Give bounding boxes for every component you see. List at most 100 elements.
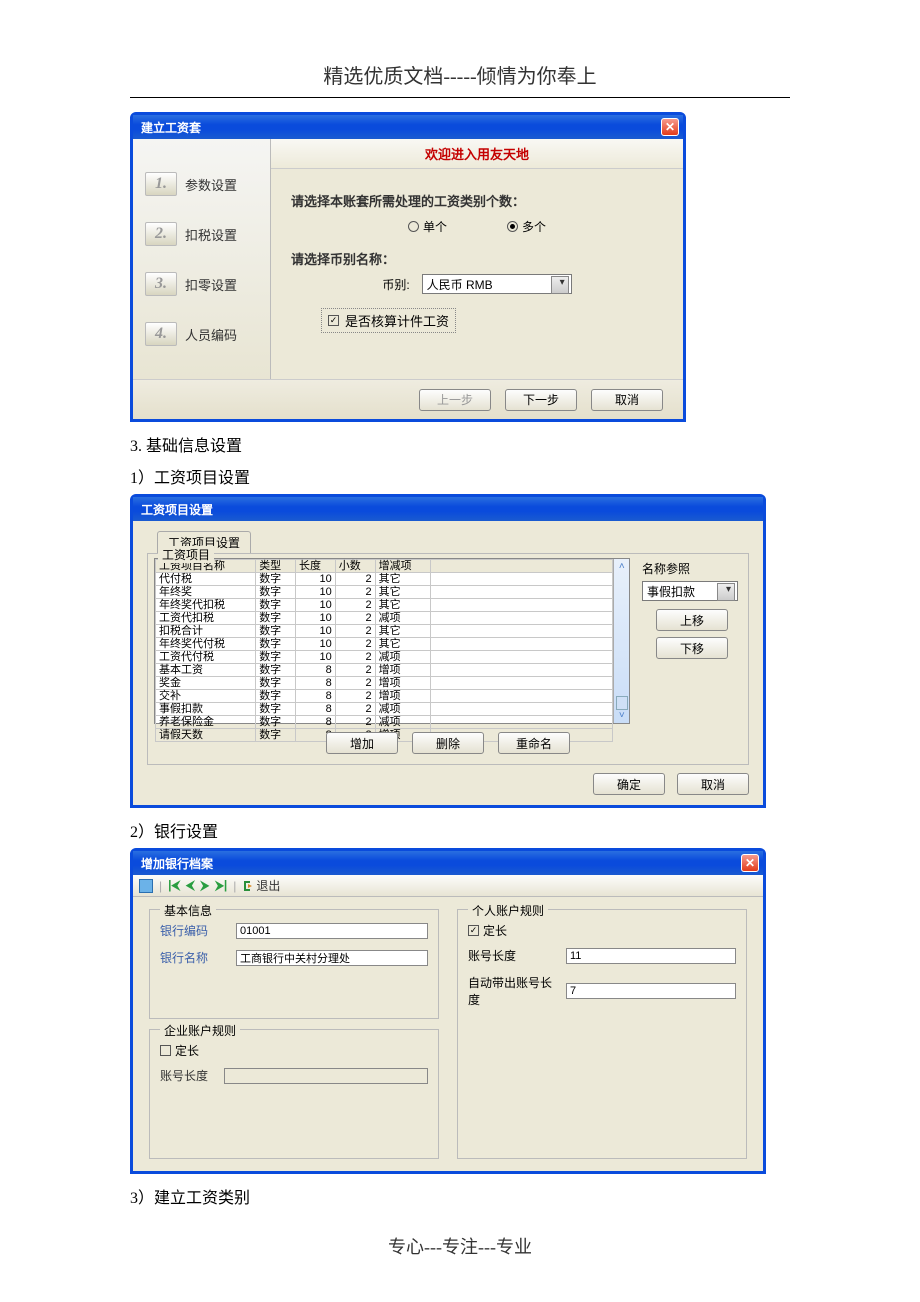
table-row[interactable]: 年终奖数字102其它 bbox=[156, 586, 613, 599]
table-row[interactable]: 基本工资数字82增项 bbox=[156, 664, 613, 677]
prev-icon[interactable]: ⮜ bbox=[186, 878, 195, 893]
scroll-thumb[interactable] bbox=[616, 696, 628, 710]
step-3[interactable]: 3.扣零设置 bbox=[133, 259, 270, 309]
table-row[interactable]: 扣税合计数字102其它 bbox=[156, 625, 613, 638]
table-row[interactable]: 代付税数字102其它 bbox=[156, 573, 613, 586]
table-row[interactable]: 交补数字82增项 bbox=[156, 690, 613, 703]
section-3-2: 2）银行设置 bbox=[130, 818, 790, 842]
wizard-window: 建立工资套 ✕ 1.参数设置 2.扣税设置 3.扣零设置 4.人员编码 欢迎进入… bbox=[130, 112, 686, 422]
close-icon[interactable]: ✕ bbox=[661, 118, 679, 136]
bank-name-input[interactable] bbox=[236, 950, 428, 966]
delete-button[interactable]: 删除 bbox=[412, 732, 484, 754]
bank-name-label: 银行名称 bbox=[160, 949, 228, 966]
title-text: 增加银行档案 bbox=[141, 855, 213, 872]
group-title: 工资项目 bbox=[158, 546, 214, 563]
doc-footer: 专心---专注---专业 bbox=[130, 1233, 790, 1259]
step-chip-icon: 3. bbox=[145, 272, 177, 296]
radio-icon bbox=[507, 221, 518, 232]
bank-code-label: 银行编码 bbox=[160, 922, 228, 939]
scrollbar[interactable]: ˄ ˅ bbox=[613, 559, 629, 723]
personal-rules-group: 个人账户规则 ✓ 定长 账号长度 自动带出账号长度 bbox=[457, 909, 747, 1159]
auto-len-input[interactable] bbox=[566, 983, 736, 999]
step-chip-icon: 4. bbox=[145, 322, 177, 346]
welcome-bar: 欢迎进入用友天地 bbox=[271, 139, 683, 169]
ok-button[interactable]: 确定 bbox=[593, 773, 665, 795]
table-row[interactable]: 年终奖代付税数字102其它 bbox=[156, 638, 613, 651]
ref-label: 名称参照 bbox=[642, 560, 742, 577]
corp-len-label: 账号长度 bbox=[160, 1067, 216, 1084]
ref-dropdown[interactable]: 事假扣款 bbox=[642, 581, 738, 601]
exit-icon bbox=[242, 880, 254, 892]
title-text: 建立工资套 bbox=[141, 119, 201, 136]
move-down-button[interactable]: 下移 bbox=[656, 637, 728, 659]
currency-dropdown[interactable]: 人民币 RMB bbox=[422, 274, 572, 294]
basic-info-group: 基本信息 银行编码 银行名称 bbox=[149, 909, 439, 1019]
next-icon[interactable]: ⮞ bbox=[201, 878, 210, 893]
checkbox-icon bbox=[160, 1045, 171, 1056]
col-header: 长度 bbox=[295, 560, 335, 573]
titlebar[interactable]: 建立工资套 ✕ bbox=[133, 115, 683, 139]
prev-button[interactable]: 上一步 bbox=[419, 389, 491, 411]
radio-multi[interactable]: 多个 bbox=[507, 218, 546, 235]
title-text: 工资项目设置 bbox=[141, 501, 213, 518]
items-table: 工资项目名称类型长度小数增减项 代付税数字102其它年终奖数字102其它年终奖代… bbox=[154, 558, 630, 724]
col-header: 增减项 bbox=[375, 560, 430, 573]
section-3-1: 1）工资项目设置 bbox=[130, 464, 790, 488]
titlebar[interactable]: 增加银行档案 ✕ bbox=[133, 851, 763, 875]
toolbar: | |⮜ ⮜ ⮞ ⮞| | 退出 bbox=[133, 875, 763, 897]
step-chip-icon: 2. bbox=[145, 222, 177, 246]
save-icon[interactable] bbox=[139, 879, 153, 893]
last-icon[interactable]: ⮞| bbox=[215, 878, 227, 893]
hr-line bbox=[130, 97, 790, 98]
step-chip-icon: 1. bbox=[145, 172, 177, 196]
bank-window: 增加银行档案 ✕ | |⮜ ⮜ ⮞ ⮞| | 退出 基本信息 银行编码 bbox=[130, 848, 766, 1174]
exit-button[interactable]: 退出 bbox=[242, 877, 280, 894]
titlebar[interactable]: 工资项目设置 bbox=[133, 497, 763, 521]
piecework-checkbox[interactable]: ✓ 是否核算计件工资 bbox=[321, 308, 456, 333]
step-4[interactable]: 4.人员编码 bbox=[133, 309, 270, 359]
auto-len-label: 自动带出账号长度 bbox=[468, 974, 558, 1008]
table-row[interactable]: 工资代扣税数字102减项 bbox=[156, 612, 613, 625]
close-icon[interactable]: ✕ bbox=[741, 854, 759, 872]
personal-fixed-checkbox[interactable]: ✓ 定长 bbox=[468, 922, 736, 939]
table-row[interactable]: 年终奖代扣税数字102其它 bbox=[156, 599, 613, 612]
doc-header: 精选优质文档-----倾情为你奉上 bbox=[130, 60, 790, 89]
cancel-button[interactable]: 取消 bbox=[677, 773, 749, 795]
step-1[interactable]: 1.参数设置 bbox=[133, 159, 270, 209]
group-title: 个人账户规则 bbox=[468, 902, 548, 919]
table-row[interactable]: 事假扣款数字82减项 bbox=[156, 703, 613, 716]
corp-len-input[interactable] bbox=[224, 1068, 428, 1084]
q2-label: 请选择币别名称： bbox=[291, 249, 663, 268]
col-header: 小数 bbox=[335, 560, 375, 573]
rename-button[interactable]: 重命名 bbox=[498, 732, 570, 754]
corp-rules-group: 企业账户规则 定长 账号长度 bbox=[149, 1029, 439, 1159]
personal-len-input[interactable] bbox=[566, 948, 736, 964]
move-up-button[interactable]: 上移 bbox=[656, 609, 728, 631]
scroll-down-icon[interactable]: ˅ bbox=[619, 710, 625, 721]
wizard-steps: 1.参数设置 2.扣税设置 3.扣零设置 4.人员编码 bbox=[133, 139, 271, 379]
currency-label: 币别: bbox=[382, 276, 409, 293]
table-row[interactable]: 养老保险金数字82减项 bbox=[156, 716, 613, 729]
checkbox-icon: ✓ bbox=[328, 315, 339, 326]
bank-code-input[interactable] bbox=[236, 923, 428, 939]
radio-icon bbox=[408, 221, 419, 232]
salary-items-window: 工资项目设置 工资项目设置 工资项目 工资项目名称类型长度小数增减项 代付税数字… bbox=[130, 494, 766, 808]
radio-single[interactable]: 单个 bbox=[408, 218, 447, 235]
cancel-button[interactable]: 取消 bbox=[591, 389, 663, 411]
personal-len-label: 账号长度 bbox=[468, 947, 558, 964]
q1-label: 请选择本账套所需处理的工资类别个数： bbox=[291, 191, 663, 210]
group-title: 企业账户规则 bbox=[160, 1022, 240, 1039]
table-row[interactable]: 奖金数字82增项 bbox=[156, 677, 613, 690]
group-title: 基本信息 bbox=[160, 902, 216, 919]
step-2[interactable]: 2.扣税设置 bbox=[133, 209, 270, 259]
checkbox-icon: ✓ bbox=[468, 925, 479, 936]
section-3: 3. 基础信息设置 bbox=[130, 432, 790, 456]
col-header: 类型 bbox=[256, 560, 296, 573]
corp-fixed-checkbox[interactable]: 定长 bbox=[160, 1042, 428, 1059]
table-row[interactable]: 工资代付税数字102减项 bbox=[156, 651, 613, 664]
section-3-3: 3）建立工资类别 bbox=[130, 1184, 790, 1208]
first-icon[interactable]: |⮜ bbox=[168, 878, 180, 893]
scroll-up-icon[interactable]: ˄ bbox=[619, 561, 625, 572]
add-button[interactable]: 增加 bbox=[326, 732, 398, 754]
next-button[interactable]: 下一步 bbox=[505, 389, 577, 411]
